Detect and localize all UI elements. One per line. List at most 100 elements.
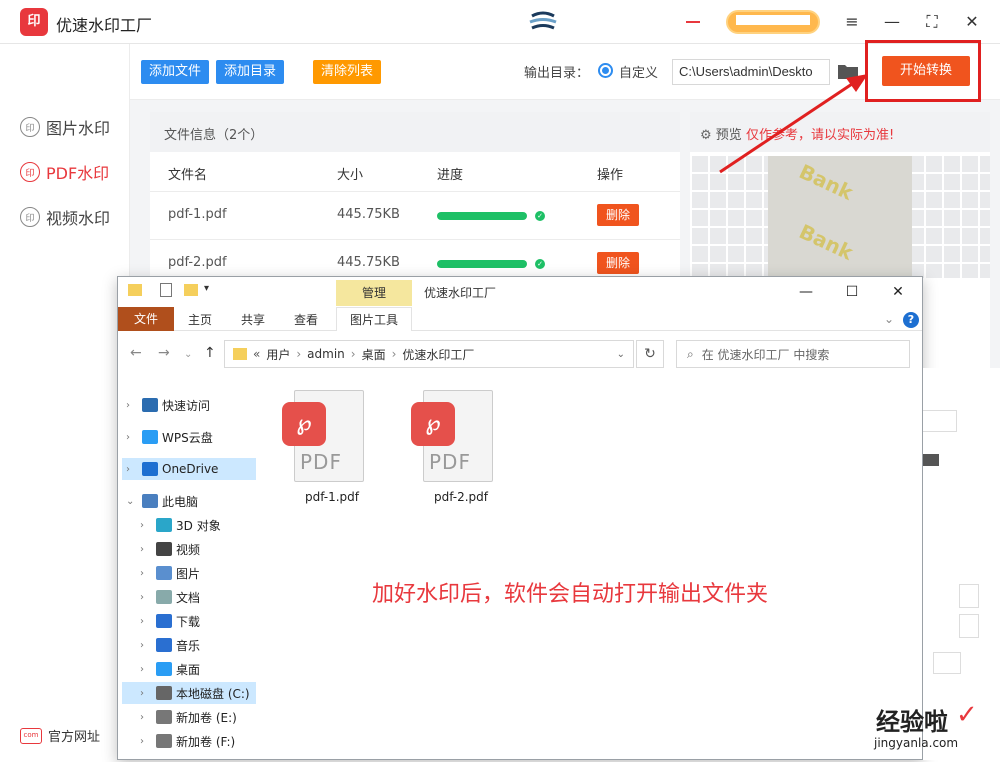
chevron-icon[interactable]: ⌄ [126,496,138,507]
add-directory-button[interactable]: 添加目录 [216,60,285,84]
new-folder-icon[interactable] [184,284,198,296]
close-icon[interactable]: ✕ [962,12,982,32]
official-site-link[interactable]: com 官方网址 [20,726,100,745]
file-name-cell: pdf-2.pdf [168,255,227,270]
ribbon-tab-view[interactable]: 查看 [294,311,318,328]
pdf-app-icon: ℘ [282,402,326,446]
maximize-icon[interactable]: ⛶ [922,12,942,32]
delete-button[interactable]: 删除 [597,252,639,274]
chevron-icon[interactable]: › [140,664,152,675]
start-convert-button[interactable]: 开始转换 [882,56,970,86]
stepper[interactable] [959,584,979,608]
sidebar-item-label: 视频水印 [46,209,111,228]
file-name-label: pdf-2.pdf [433,490,489,504]
sidebar-item-pdf-watermark[interactable]: 印 PDF水印 [20,159,130,185]
nav-item[interactable]: › 快速访问 [122,394,256,416]
ribbon-tab-picture-tools[interactable]: 图片工具 [336,307,412,331]
chevron-icon[interactable]: › [126,400,138,411]
breadcrumb-separator: › [296,347,302,361]
input-fragment[interactable] [933,652,961,674]
breadcrumb-users[interactable]: 用户 [266,346,290,363]
ribbon-tab-share[interactable]: 共享 [241,311,265,328]
chevron-icon[interactable]: › [126,432,138,443]
nav-item[interactable]: › 新加卷 (F:) [122,730,256,752]
progress-bar [437,212,527,220]
nav-item[interactable]: › 桌面 [122,658,256,680]
manage-tab[interactable]: 管理 [336,280,412,306]
nav-item-label: OneDrive [162,462,219,476]
nav-item[interactable]: › 3D 对象 [122,514,256,536]
chevron-icon[interactable]: › [126,464,138,475]
nav-item[interactable]: › 新加卷 (E:) [122,706,256,728]
search-icon: ⌕ [687,346,694,361]
nav-item-icon [156,614,172,628]
properties-icon[interactable] [160,283,172,297]
nav-item-icon [142,398,158,412]
nav-item[interactable]: › 文档 [122,586,256,608]
ribbon-tab-home[interactable]: 主页 [188,311,212,328]
up-arrow-icon[interactable]: ↑ [204,345,216,361]
chevron-icon[interactable]: › [140,592,152,603]
chevron-icon[interactable]: › [140,712,152,723]
site-watermark-url: jingyanla.com [874,736,959,750]
nav-item[interactable]: › 音乐 [122,634,256,656]
nav-item[interactable]: › OneDrive [122,458,256,480]
sidebar-item-image-watermark[interactable]: 印 图片水印 [20,114,130,140]
chevron-icon[interactable]: › [140,544,152,555]
folder-icon[interactable] [923,454,939,466]
address-bar[interactable]: « 用户 › admin › 桌面 › 优速水印工厂 ⌄ [224,340,634,368]
menu-icon[interactable]: ≡ [842,12,862,32]
nav-item[interactable]: › 图片 [122,562,256,584]
clear-list-button[interactable]: 清除列表 [313,60,382,84]
stepper[interactable] [959,614,979,638]
chevron-icon[interactable]: › [140,736,152,747]
pdf-app-icon: ℘ [411,402,455,446]
breadcrumb-current-folder[interactable]: 优速水印工厂 [402,346,474,363]
nav-item[interactable]: › 本地磁盘 (C:) [122,682,256,704]
nav-item-label: 新加卷 (E:) [176,710,237,725]
forward-arrow-icon[interactable]: → [158,345,170,361]
explorer-close-icon[interactable]: ✕ [888,282,908,302]
address-overflow[interactable]: « [253,347,260,361]
file-item-pdf-1[interactable]: ℘ PDF pdf-1.pdf [282,390,372,510]
search-input[interactable]: ⌕ 在 优速水印工厂 中搜索 [676,340,910,368]
explorer-minimize-icon[interactable]: — [796,282,816,302]
dropdown-fragment[interactable] [923,410,957,432]
app-title: 优速水印工厂 [56,16,153,35]
nav-item[interactable]: › 视频 [122,538,256,560]
recent-dropdown-icon[interactable]: ⌄ [184,349,192,360]
delete-button[interactable]: 删除 [597,204,639,226]
back-arrow-icon[interactable]: ← [130,345,142,361]
chevron-icon[interactable]: › [140,520,152,531]
site-watermark-title: 经验啦 [876,710,948,736]
nav-item-label: 图片 [176,566,201,581]
breadcrumb-desktop[interactable]: 桌面 [362,346,386,363]
explorer-maximize-icon[interactable]: ☐ [842,282,862,302]
minimize-icon[interactable]: — [882,12,902,32]
promo-pill-redacted [736,15,810,25]
seal-icon: 印 [20,117,40,137]
chevron-icon[interactable]: › [140,568,152,579]
pdf-type-label: PDF [429,450,471,474]
help-icon[interactable]: ? [903,312,919,328]
chevron-icon[interactable]: › [140,616,152,627]
ribbon-expand-icon[interactable]: ⌄ [884,312,894,326]
row-divider [150,191,680,192]
breadcrumb-separator: › [391,347,397,361]
nav-item-label: 快速访问 [162,398,211,413]
add-file-button[interactable]: 添加文件 [141,60,210,84]
nav-item-icon [156,662,172,676]
sidebar-item-video-watermark[interactable]: 印 视频水印 [20,204,130,230]
address-dropdown-icon[interactable]: ⌄ [617,349,625,360]
quick-access-dropdown-icon[interactable]: ▾ [204,283,209,294]
ribbon-tab-file[interactable]: 文件 [118,307,174,331]
file-item-pdf-2[interactable]: ℘ PDF pdf-2.pdf [411,390,501,510]
chevron-icon[interactable]: › [140,640,152,651]
breadcrumb-admin[interactable]: admin [307,347,345,361]
refresh-icon[interactable]: ↻ [636,340,664,368]
nav-item-icon [156,542,172,556]
nav-item[interactable]: › WPS云盘 [122,426,256,448]
chevron-icon[interactable]: › [140,688,152,699]
nav-item[interactable]: ⌄ 此电脑 [122,490,256,512]
nav-item[interactable]: › 下载 [122,610,256,632]
